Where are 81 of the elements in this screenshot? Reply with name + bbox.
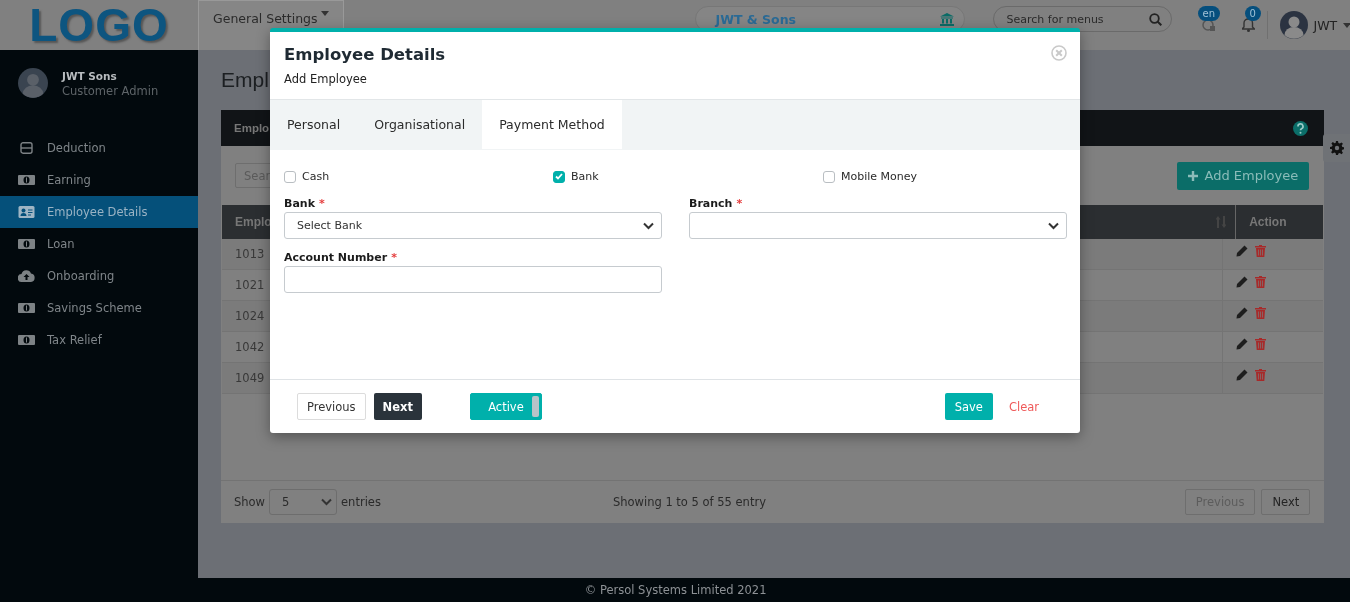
pencil-icon[interactable] xyxy=(1236,245,1249,257)
field-label: Bank xyxy=(284,197,315,210)
trash-icon[interactable] xyxy=(1255,369,1267,381)
user-name: JWT Sons xyxy=(62,70,118,82)
checkbox[interactable] xyxy=(823,170,835,183)
avatar-icon xyxy=(18,68,48,98)
show-label: Show xyxy=(234,495,266,509)
card-title: Emplo xyxy=(234,122,270,134)
id-card-icon xyxy=(18,206,35,218)
search-icon xyxy=(1148,13,1162,26)
tab[interactable]: Organisational xyxy=(357,100,483,149)
chevron-icon xyxy=(321,498,333,506)
help-icon[interactable] xyxy=(1293,120,1309,136)
pagination-button[interactable]: Next xyxy=(1261,489,1311,515)
notification-badge: 0 xyxy=(1244,6,1261,21)
input-field[interactable] xyxy=(284,266,662,293)
pencil-icon[interactable] xyxy=(1236,369,1249,381)
sidebar-item[interactable]: Employee Details xyxy=(0,196,198,228)
menu-search-field[interactable]: Search for menus xyxy=(992,6,1172,32)
bank-icon xyxy=(939,12,954,26)
checkbox-label: Cash xyxy=(302,170,330,183)
caret-icon xyxy=(320,11,329,16)
sidebar-item[interactable]: Earning xyxy=(0,164,198,196)
tab[interactable]: Payment Method xyxy=(482,100,622,149)
trash-icon[interactable] xyxy=(1255,245,1267,257)
sidebar-item[interactable]: Onboarding xyxy=(0,260,198,292)
checkbox[interactable] xyxy=(284,170,296,183)
field-label: Account Number xyxy=(284,251,388,264)
user-role: Customer Admin xyxy=(62,84,159,98)
page-size-select[interactable]: 5 xyxy=(269,489,338,515)
column-header: Action xyxy=(1248,214,1288,231)
trash-icon[interactable] xyxy=(1255,338,1267,350)
caret-icon xyxy=(1343,22,1350,28)
avatar-icon[interactable] xyxy=(1279,11,1308,39)
trash-icon[interactable] xyxy=(1255,307,1267,319)
sidebar-item[interactable]: Tax Relief xyxy=(0,324,198,356)
status-toggle[interactable]: Active xyxy=(469,393,542,420)
select-field[interactable] xyxy=(689,212,1067,239)
settings-icon xyxy=(1329,141,1344,155)
next-button[interactable]: Next xyxy=(373,393,422,420)
column-header[interactable]: Emplo xyxy=(235,215,272,229)
cloud-upload-icon xyxy=(18,270,35,282)
sidebar-item[interactable]: Loan xyxy=(0,228,198,260)
minus-box-icon xyxy=(18,142,35,154)
entries-summary: Showing 1 to 5 of 55 entry xyxy=(612,495,767,509)
sidebar-item[interactable]: Savings Scheme xyxy=(0,292,198,324)
clear-button[interactable]: Clear xyxy=(1004,397,1043,416)
checkbox-label: Bank xyxy=(571,170,599,183)
chevron-icon xyxy=(643,221,654,230)
required-mark: * xyxy=(391,251,397,264)
dialog-subtitle: Add Employee xyxy=(284,72,368,86)
banknote-icon xyxy=(18,303,35,313)
banknote-icon xyxy=(18,239,35,249)
sidebar-item[interactable]: Deduction xyxy=(0,132,198,164)
plus-icon xyxy=(1187,170,1198,181)
entries-label: entries xyxy=(341,495,381,509)
field-label: Branch xyxy=(689,197,733,210)
checkbox[interactable] xyxy=(553,170,565,183)
banknote-icon xyxy=(18,335,35,345)
pencil-icon[interactable] xyxy=(1236,338,1249,350)
user-menu[interactable]: JWT xyxy=(1313,17,1338,33)
copyright-text: © Persol Systems Limited 2021 xyxy=(584,583,767,597)
page-title: Empl xyxy=(221,67,269,93)
banknote-icon xyxy=(18,175,35,185)
pencil-icon[interactable] xyxy=(1236,276,1249,288)
tab[interactable]: Personal xyxy=(270,100,358,149)
select-field[interactable]: Select Bank xyxy=(284,212,662,239)
previous-button[interactable]: Previous xyxy=(297,393,366,420)
trash-icon[interactable] xyxy=(1255,276,1267,288)
save-button[interactable]: Save xyxy=(944,393,993,420)
bell-icon[interactable] xyxy=(1241,18,1255,32)
add-employee-button[interactable]: Add Employee xyxy=(1176,161,1310,190)
pencil-icon[interactable] xyxy=(1236,307,1249,319)
sort-icon[interactable] xyxy=(1216,216,1227,228)
checkbox-label: Mobile Money xyxy=(841,170,918,183)
required-mark: * xyxy=(318,197,325,210)
language-badge: en xyxy=(1197,6,1220,21)
chevron-icon xyxy=(1048,221,1059,230)
required-mark: * xyxy=(736,197,743,210)
close-icon[interactable] xyxy=(1051,45,1067,61)
logo: LOGO xyxy=(28,0,170,50)
